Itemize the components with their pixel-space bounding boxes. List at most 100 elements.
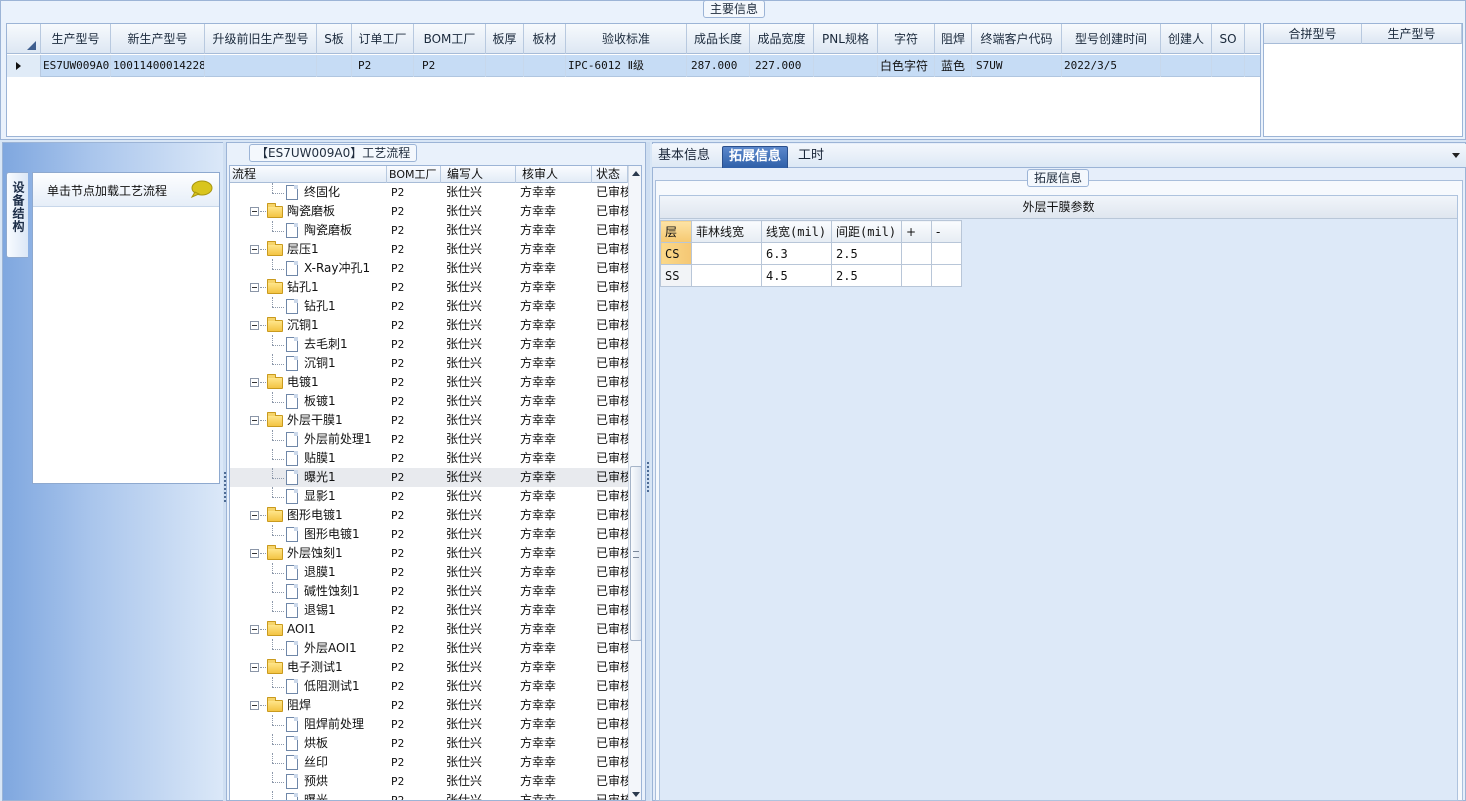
tree-node[interactable]: 陶瓷磨板 xyxy=(230,221,384,240)
cell-new-model[interactable]: 10011400014228 xyxy=(111,55,205,77)
cell-writer[interactable]: 张仕兴 xyxy=(446,335,516,354)
cell-checker[interactable]: 方幸幸 xyxy=(520,677,592,696)
cell-writer[interactable]: 张仕兴 xyxy=(446,316,516,335)
cell-checker[interactable]: 方幸幸 xyxy=(520,582,592,601)
tree-leaf-row[interactable]: 烘板 P2 张仕兴方幸幸已审核 xyxy=(230,734,628,753)
cell-status[interactable]: 已审核 xyxy=(596,316,628,335)
cell-status[interactable]: 已审核 xyxy=(596,601,628,620)
cell-checker[interactable]: 方幸幸 xyxy=(520,620,592,639)
cell-bom-factory[interactable]: P2 xyxy=(391,468,441,487)
col-header-customer-code[interactable]: 终端客户代码 xyxy=(972,24,1062,54)
cell-writer[interactable]: 张仕兴 xyxy=(446,221,516,240)
tree-leaf-row[interactable]: 终固化 P2 张仕兴方幸幸已审核 xyxy=(230,183,628,202)
tree-node[interactable]: 预烘 xyxy=(230,772,384,791)
col-header-bom-factory[interactable]: BOM工厂 xyxy=(414,24,486,54)
tree-group-row[interactable]: 电镀1 P2 张仕兴方幸幸已审核 xyxy=(230,373,628,392)
cell-checker[interactable]: 方幸幸 xyxy=(520,696,592,715)
cell-bom-factory[interactable]: P2 xyxy=(391,677,441,696)
col-header-new-model[interactable]: 新生产型号 xyxy=(111,24,205,54)
cell-status[interactable]: 已审核 xyxy=(596,582,628,601)
tree-node[interactable]: 贴膜1 xyxy=(230,449,384,468)
cell-writer[interactable]: 张仕兴 xyxy=(446,791,516,800)
tree-leaf-row[interactable]: 显影1 P2 张仕兴方幸幸已审核 xyxy=(230,487,628,506)
cell-checker[interactable]: 方幸幸 xyxy=(520,468,592,487)
tree-scrollbar[interactable] xyxy=(628,166,641,800)
col-header-flow[interactable]: 流程 xyxy=(230,166,387,183)
tree-node[interactable]: 钻孔1 xyxy=(230,297,384,316)
cell-status[interactable]: 已审核 xyxy=(596,563,628,582)
tree-node[interactable]: 阻焊前处理 xyxy=(230,715,384,734)
cell-writer[interactable]: 张仕兴 xyxy=(446,468,516,487)
col-header-length[interactable]: 成品长度 xyxy=(687,24,750,54)
cell-line-width[interactable]: 6.3 xyxy=(761,242,832,265)
cell-writer[interactable]: 张仕兴 xyxy=(446,753,516,772)
tree-node[interactable]: 烘板 xyxy=(230,734,384,753)
col-header-checker[interactable]: 核审人 xyxy=(516,166,592,183)
cell-status[interactable]: 已审核 xyxy=(596,791,628,800)
cell-s-board[interactable] xyxy=(317,55,352,77)
cell-status[interactable]: 已审核 xyxy=(596,373,628,392)
col-header-character[interactable]: 字符 xyxy=(878,24,935,54)
collapse-icon[interactable] xyxy=(250,663,259,672)
cell-layer[interactable]: SS xyxy=(660,264,692,287)
cell-writer[interactable]: 张仕兴 xyxy=(446,354,516,373)
tree-leaf-row[interactable]: 图形电镀1 P2 张仕兴方幸幸已审核 xyxy=(230,525,628,544)
col-header-s-board[interactable]: S板 xyxy=(317,24,352,54)
col-header-so[interactable]: SO xyxy=(1212,24,1245,54)
cell-bom-factory[interactable]: P2 xyxy=(391,430,441,449)
cell-bom-factory[interactable]: P2 xyxy=(391,734,441,753)
tree-group-row[interactable]: 外层蚀刻1 P2 张仕兴方幸幸已审核 xyxy=(230,544,628,563)
cell-writer[interactable]: 张仕兴 xyxy=(446,544,516,563)
cell-writer[interactable]: 张仕兴 xyxy=(446,411,516,430)
cell-checker[interactable]: 方幸幸 xyxy=(520,772,592,791)
tree-leaf-row[interactable]: 钻孔1 P2 张仕兴方幸幸已审核 xyxy=(230,297,628,316)
tree-group-row[interactable]: 图形电镀1 P2 张仕兴方幸幸已审核 xyxy=(230,506,628,525)
col-header-line-width[interactable]: 线宽(mil) xyxy=(761,220,832,243)
cell-bom-factory[interactable]: P2 xyxy=(391,544,441,563)
tree-leaf-row[interactable]: 退锡1 P2 张仕兴方幸幸已审核 xyxy=(230,601,628,620)
cell-bom-factory[interactable]: P2 xyxy=(391,639,441,658)
cell-customer-code[interactable]: S7UW xyxy=(972,55,1062,77)
cell-status[interactable]: 已审核 xyxy=(596,468,628,487)
cell-checker[interactable]: 方幸幸 xyxy=(520,373,592,392)
scroll-down-icon[interactable] xyxy=(632,792,640,797)
tree-node[interactable]: 终固化 xyxy=(230,183,384,202)
tree-group-row[interactable]: 沉铜1 P2 张仕兴方幸幸已审核 xyxy=(230,316,628,335)
cell-bom-factory[interactable]: P2 xyxy=(391,183,441,202)
cell-writer[interactable]: 张仕兴 xyxy=(446,506,516,525)
cell-status[interactable]: 已审核 xyxy=(596,411,628,430)
cell-solder-mask[interactable]: 蓝色 xyxy=(935,55,972,77)
cell-bom-factory[interactable]: P2 xyxy=(391,221,441,240)
cell-writer[interactable]: 张仕兴 xyxy=(446,658,516,677)
cell-checker[interactable]: 方幸幸 xyxy=(520,639,592,658)
cell-bom-factory[interactable]: P2 xyxy=(391,715,441,734)
tree-node[interactable]: X-Ray冲孔1 xyxy=(230,259,384,278)
tree-node[interactable]: AOI1 xyxy=(230,620,384,639)
scroll-up-icon[interactable] xyxy=(632,171,640,176)
cell-bom-factory[interactable]: P2 xyxy=(391,582,441,601)
cell-status[interactable]: 已审核 xyxy=(596,544,628,563)
tab-dropdown-icon[interactable] xyxy=(1452,153,1460,158)
cell-film-width[interactable] xyxy=(691,264,762,287)
cell-checker[interactable]: 方幸幸 xyxy=(520,183,592,202)
cell-status[interactable]: 已审核 xyxy=(596,715,628,734)
cell-checker[interactable]: 方幸幸 xyxy=(520,734,592,753)
cell-standard[interactable]: IPC-6012 Ⅱ级 xyxy=(566,55,687,77)
cell-writer[interactable]: 张仕兴 xyxy=(446,392,516,411)
cell-pnl[interactable] xyxy=(814,55,878,77)
tree-leaf-row[interactable]: 去毛刺1 P2 张仕兴方幸幸已审核 xyxy=(230,335,628,354)
tree-leaf-row[interactable]: 陶瓷磨板 P2 张仕兴方幸幸已审核 xyxy=(230,221,628,240)
tree-leaf-row[interactable]: 退膜1 P2 张仕兴方幸幸已审核 xyxy=(230,563,628,582)
cell-status[interactable]: 已审核 xyxy=(596,278,628,297)
collapse-icon[interactable] xyxy=(250,511,259,520)
cell-writer[interactable]: 张仕兴 xyxy=(446,677,516,696)
cell-bom-factory[interactable]: P2 xyxy=(391,620,441,639)
cell-status[interactable]: 已审核 xyxy=(596,487,628,506)
col-header-layer[interactable]: 层 xyxy=(660,220,692,243)
tree-leaf-row[interactable]: 碱性蚀刻1 P2 张仕兴方幸幸已审核 xyxy=(230,582,628,601)
tree-leaf-row[interactable]: 曝光1 P2 张仕兴方幸幸已审核 xyxy=(230,468,628,487)
grid-corner-icon[interactable] xyxy=(7,24,41,54)
cell-checker[interactable]: 方幸幸 xyxy=(520,202,592,221)
cell-writer[interactable]: 张仕兴 xyxy=(446,430,516,449)
col-header-prod-model[interactable]: 生产型号 xyxy=(41,24,111,54)
